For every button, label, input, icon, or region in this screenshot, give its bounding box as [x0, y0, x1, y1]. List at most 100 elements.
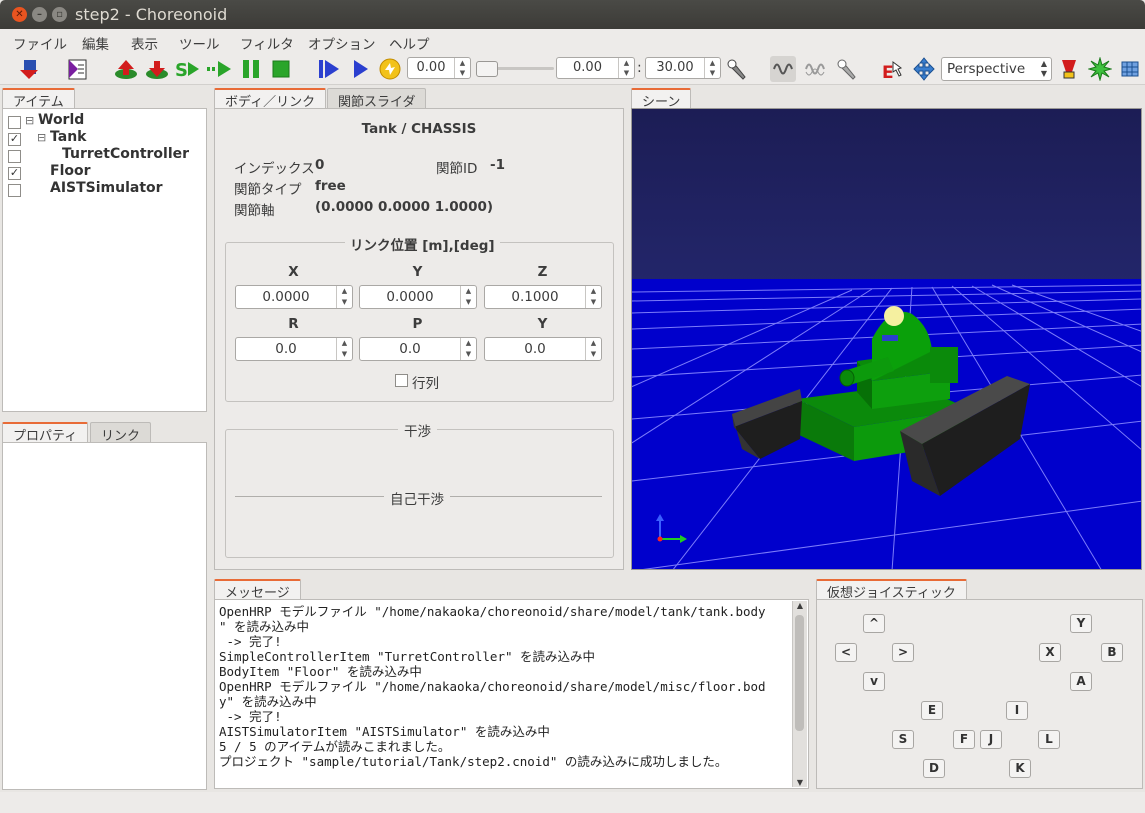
tab-scene[interactable]: シーン	[631, 88, 692, 110]
start-time-spinbox[interactable]: 0.00 ▲ ▼	[556, 57, 635, 79]
menu-help[interactable]: ヘルプ	[389, 33, 430, 53]
menu-edit[interactable]: 編集	[82, 33, 109, 53]
z-position-field[interactable]: 0.1000 ▲ ▼	[484, 285, 602, 309]
pitch-field[interactable]: 0.0 ▲ ▼	[359, 337, 477, 361]
download-icon[interactable]	[144, 56, 170, 82]
camera-icon[interactable]	[1056, 56, 1082, 82]
collapse-icon[interactable]: ⊟	[25, 114, 34, 127]
minimize-button[interactable]: –	[32, 7, 47, 22]
edit-mode-icon[interactable]: E	[880, 56, 906, 82]
spin-arrows[interactable]: ▲ ▼	[585, 286, 601, 308]
tab-joint-slider[interactable]: 関節スライダ	[327, 88, 427, 110]
roll-field[interactable]: 0.0 ▲ ▼	[235, 337, 353, 361]
tab-body-link[interactable]: ボディ／リンク	[214, 88, 327, 110]
joystick-a-button[interactable]: A	[1070, 672, 1092, 691]
close-button[interactable]: ✕	[12, 7, 27, 22]
svg-text:S: S	[175, 60, 188, 80]
tab-link[interactable]: リンク	[90, 422, 152, 444]
joystick-s-button[interactable]: S	[892, 730, 914, 749]
wrench-icon[interactable]	[724, 56, 750, 82]
tab-property[interactable]: プロパティ	[2, 422, 89, 444]
graph-wave2-icon[interactable]	[802, 56, 828, 82]
y-label: Y	[412, 264, 423, 280]
menu-options[interactable]: オプション	[308, 33, 376, 53]
grid-cube-icon[interactable]	[1118, 56, 1144, 82]
world-checkbox[interactable]	[8, 116, 21, 129]
spin-arrows[interactable]: ▲ ▼	[336, 338, 352, 360]
load-icon[interactable]	[16, 56, 42, 82]
time-spin-arrows[interactable]: ▲ ▼	[454, 58, 470, 78]
floor-checkbox[interactable]: ✓	[8, 167, 21, 180]
spin-arrows[interactable]: ▲ ▼	[460, 338, 476, 360]
stop-icon[interactable]	[268, 56, 294, 82]
time-slider-handle[interactable]	[476, 61, 498, 77]
joystick-left-button[interactable]: <	[835, 643, 857, 662]
matrix-checkbox[interactable]	[395, 374, 408, 387]
joystick-e-button[interactable]: E	[921, 701, 943, 720]
menu-filter[interactable]: フィルタ	[240, 33, 294, 53]
joint-id-value: -1	[490, 157, 505, 173]
joystick-d-button[interactable]: D	[923, 759, 945, 778]
joystick-y-button[interactable]: Y	[1070, 614, 1092, 633]
joystick-l-button[interactable]: L	[1038, 730, 1060, 749]
joint-id-label: 関節ID	[436, 161, 478, 177]
burst-icon[interactable]	[1087, 56, 1113, 82]
collapse-icon[interactable]: ⊟	[37, 131, 46, 144]
menu-view[interactable]: 表示	[131, 33, 158, 53]
move-arrows-icon[interactable]	[911, 56, 937, 82]
scroll-up-arrow[interactable]: ▲	[793, 601, 807, 610]
joystick-i-button[interactable]: I	[1006, 701, 1028, 720]
status-bar	[0, 792, 1145, 813]
joint-axis-value: (0.0000 0.0000 1.0000)	[315, 199, 494, 215]
joystick-x-button[interactable]: X	[1039, 643, 1061, 662]
tree-item-tank[interactable]: Tank	[50, 129, 86, 145]
scrollbar-thumb[interactable]	[795, 615, 804, 731]
project-icon[interactable]	[64, 56, 90, 82]
tab-items[interactable]: アイテム	[2, 88, 75, 110]
joystick-j-button[interactable]: J	[980, 730, 1002, 749]
p-label: P	[412, 316, 423, 332]
joystick-f-button[interactable]: F	[953, 730, 975, 749]
tree-item-world[interactable]: World	[38, 112, 84, 128]
aist-simulator-checkbox[interactable]	[8, 184, 21, 197]
pause-icon[interactable]	[238, 56, 264, 82]
menu-file[interactable]: ファイル	[13, 33, 67, 53]
spin-arrows[interactable]: ▲ ▼	[460, 286, 476, 308]
view-mode-select[interactable]: Perspective ▲ ▼	[941, 57, 1052, 81]
joystick-b-button[interactable]: B	[1101, 643, 1123, 662]
x-position-field[interactable]: 0.0000 ▲ ▼	[235, 285, 353, 309]
menu-tools[interactable]: ツール	[179, 33, 220, 53]
scroll-down-arrow[interactable]: ▼	[793, 778, 807, 787]
sim-start-icon[interactable]: S	[174, 56, 200, 82]
maximize-button[interactable]: ▫	[52, 7, 67, 22]
tree-item-floor[interactable]: Floor	[50, 163, 91, 179]
tab-messages[interactable]: メッセージ	[214, 579, 301, 601]
joystick-up-button[interactable]: ^	[863, 614, 885, 633]
refresh-icon[interactable]	[377, 56, 403, 82]
y-position-field[interactable]: 0.0000 ▲ ▼	[359, 285, 477, 309]
wrench2-icon[interactable]	[834, 56, 860, 82]
tree-item-turret-controller[interactable]: TurretController	[62, 146, 189, 162]
sim-resume-icon[interactable]	[206, 56, 232, 82]
end-time-spin-arrows[interactable]: ▲ ▼	[704, 58, 720, 78]
tab-virtual-joystick[interactable]: 仮想ジョイスティック	[816, 579, 967, 601]
joystick-down-button[interactable]: v	[863, 672, 885, 691]
end-time-spinbox[interactable]: 30.00 ▲ ▼	[645, 57, 721, 79]
message-scrollbar[interactable]: ▲ ▼	[792, 601, 807, 787]
start-time-spin-arrows[interactable]: ▲ ▼	[618, 58, 634, 78]
graph-wave-icon[interactable]	[770, 56, 796, 82]
joystick-right-button[interactable]: >	[892, 643, 914, 662]
turret-controller-checkbox[interactable]	[8, 150, 21, 163]
upload-icon[interactable]	[113, 56, 139, 82]
spin-arrows[interactable]: ▲ ▼	[336, 286, 352, 308]
play-icon[interactable]	[347, 56, 373, 82]
rewind-icon[interactable]	[316, 56, 342, 82]
tree-item-aist-simulator[interactable]: AISTSimulator	[50, 180, 163, 196]
tank-checkbox[interactable]: ✓	[8, 133, 21, 146]
spin-arrows[interactable]: ▲ ▼	[585, 338, 601, 360]
scene-view[interactable]	[631, 108, 1142, 570]
yaw-field[interactable]: 0.0 ▲ ▼	[484, 337, 602, 361]
time-spinbox[interactable]: 0.00 ▲ ▼	[407, 57, 471, 79]
joystick-k-button[interactable]: K	[1009, 759, 1031, 778]
select-arrow-icon: ▲ ▼	[1040, 59, 1047, 78]
